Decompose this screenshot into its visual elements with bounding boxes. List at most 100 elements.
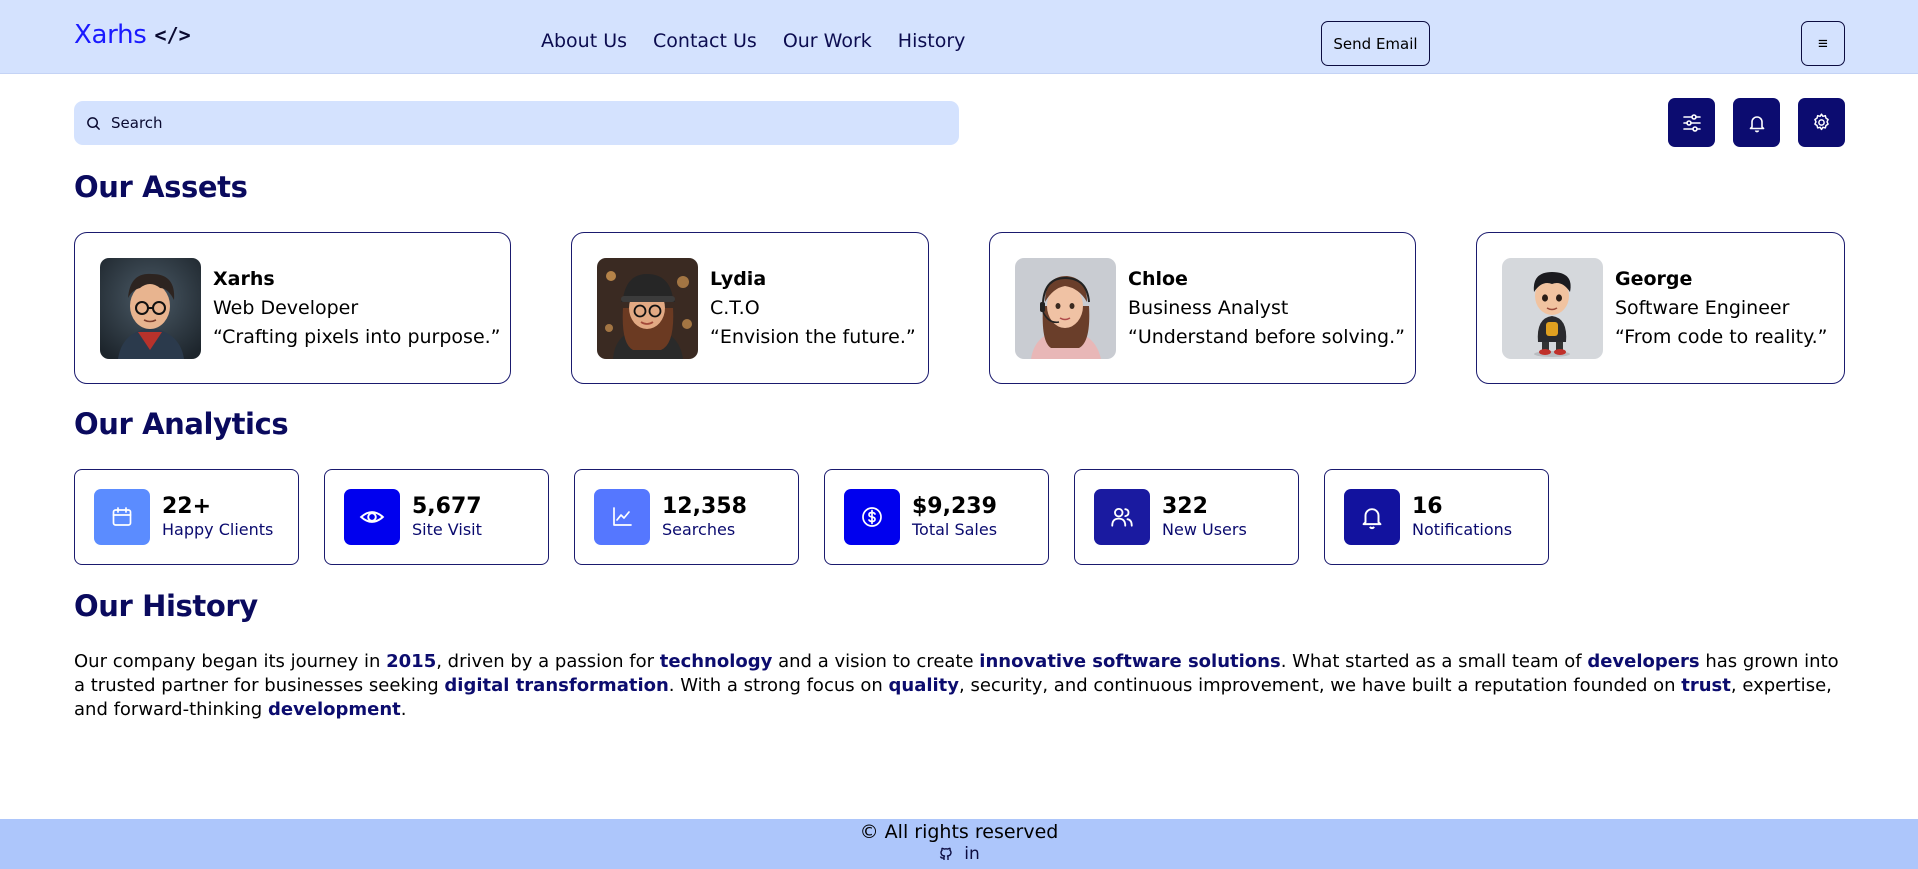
stat-card-new-users: 322 New Users [1074,469,1299,565]
stat-label: Site Visit [412,520,482,539]
asset-name: George [1615,268,1693,290]
navbar: Xarhs </> About Us Contact Us Our Work H… [0,0,1918,74]
avatar [1502,257,1603,359]
history-title: Our History [74,589,258,623]
history-text: Our company began its journey in [74,651,387,672]
asset-name: Xarhs [213,268,275,290]
stat-card-clients: 22+ Happy Clients [74,469,299,565]
stat-card-site-visit: 5,677 Site Visit [324,469,549,565]
settings-button[interactable] [1798,98,1845,147]
stat-icon-box [94,489,150,545]
stat-label: Searches [662,520,736,539]
search-icon [87,116,100,130]
stat-value: 12,358 [662,494,747,519]
analytics-title: Our Analytics [74,407,289,441]
stat-text: 12,358 Searches [662,494,747,540]
history-text: . [400,699,407,720]
asset-card-chloe[interactable]: Chloe Business Analyst “Understand befor… [989,232,1416,384]
history-highlight: trust [1681,675,1731,696]
menu-button[interactable]: ≡ [1801,21,1845,66]
copyright-text: © All rights reserved [859,821,1059,843]
history-highlight: quality [888,675,960,696]
stat-card-sales: $9,239 Total Sales [824,469,1049,565]
asset-info: George Software Engineer “From code to r… [1615,268,1828,348]
asset-role: Business Analyst [1128,297,1289,319]
history-text: . With a strong focus on [668,675,889,696]
stat-label: New Users [1162,520,1247,539]
brand-name[interactable]: Xarhs [74,20,147,50]
linkedin-icon[interactable]: in [964,844,980,864]
search-bar[interactable] [74,101,959,145]
stat-label: Notifications [1412,520,1513,539]
stat-icon-box [1094,489,1150,545]
history-paragraph: Our company began its journey in 2015, d… [74,650,1854,722]
stat-value: 322 [1162,494,1208,519]
history-text: , driven by a passion for [436,651,660,672]
history-highlight: innovative software solutions [979,651,1281,672]
hamburger-icon: ≡ [1818,33,1828,53]
main-nav: About Us Contact Us Our Work History [541,30,965,52]
code-icon: </> [154,23,191,47]
stat-label: Happy Clients [162,520,274,539]
search-input[interactable] [111,114,931,132]
stat-value: $9,239 [912,494,997,519]
history-highlight: development [267,699,401,720]
filter-button[interactable] [1668,98,1715,147]
history-text: . What started as a small team of [1280,651,1588,672]
history-highlight: 2015 [386,651,437,672]
github-icon[interactable] [938,846,954,862]
stat-icon-box [344,489,400,545]
nav-our-work[interactable]: Our Work [783,30,872,52]
asset-role: Software Engineer [1615,297,1790,319]
gear-icon [1814,113,1829,131]
calendar-icon [112,507,132,526]
asset-quote: “Envision the future.” [710,326,916,348]
stat-value: 16 [1412,494,1443,519]
history-highlight: developers [1587,651,1700,672]
stat-icon-box [594,489,650,545]
history-highlight: digital transformation [444,675,669,696]
stat-text: 5,677 Site Visit [412,494,482,540]
history-text: and a vision to create [772,651,980,672]
asset-role: C.T.O [710,297,760,319]
users-icon [1111,507,1133,527]
notifications-button[interactable] [1733,98,1780,147]
stat-text: $9,239 Total Sales [912,494,997,540]
stat-text: 16 Notifications [1412,494,1512,540]
avatar [597,257,698,359]
bell-icon [1749,115,1764,132]
asset-card-lydia[interactable]: Lydia C.T.O “Envision the future.” [571,232,929,384]
assets-title: Our Assets [74,170,248,204]
stat-value: 5,677 [412,494,482,519]
asset-name: Lydia [710,268,767,290]
social-links: in [938,844,980,864]
asset-quote: “Understand before solving.” [1128,326,1405,348]
brand[interactable]: Xarhs </> [74,20,191,50]
avatar [1015,257,1116,359]
stat-label: Total Sales [912,520,998,539]
nav-about-us[interactable]: About Us [541,30,627,52]
bell-icon [1362,508,1382,530]
asset-quote: “Crafting pixels into purpose.” [213,326,501,348]
footer: © All rights reserved in [0,819,1918,869]
asset-quote: “From code to reality.” [1615,326,1828,348]
chart-icon [613,507,632,526]
sliders-icon [1682,113,1701,132]
send-email-button[interactable]: Send Email [1321,21,1430,66]
stat-icon-box [1344,489,1400,545]
stat-text: 322 New Users [1162,494,1247,540]
history-highlight: technology [659,651,773,672]
nav-contact-us[interactable]: Contact Us [653,30,757,52]
stat-card-notifications: 16 Notifications [1324,469,1549,565]
stat-text: 22+ Happy Clients [162,494,273,540]
asset-info: Lydia C.T.O “Envision the future.” [710,268,916,348]
asset-info: Chloe Business Analyst “Understand befor… [1128,268,1405,348]
stat-value: 22+ [162,494,212,519]
nav-history[interactable]: History [898,30,966,52]
avatar [100,257,201,359]
eye-icon [359,511,385,523]
asset-info: Xarhs Web Developer “Crafting pixels int… [213,268,501,348]
dollar-icon [862,507,882,527]
asset-card-george[interactable]: George Software Engineer “From code to r… [1476,232,1845,384]
asset-card-xarhs[interactable]: Xarhs Web Developer “Crafting pixels int… [74,232,511,384]
